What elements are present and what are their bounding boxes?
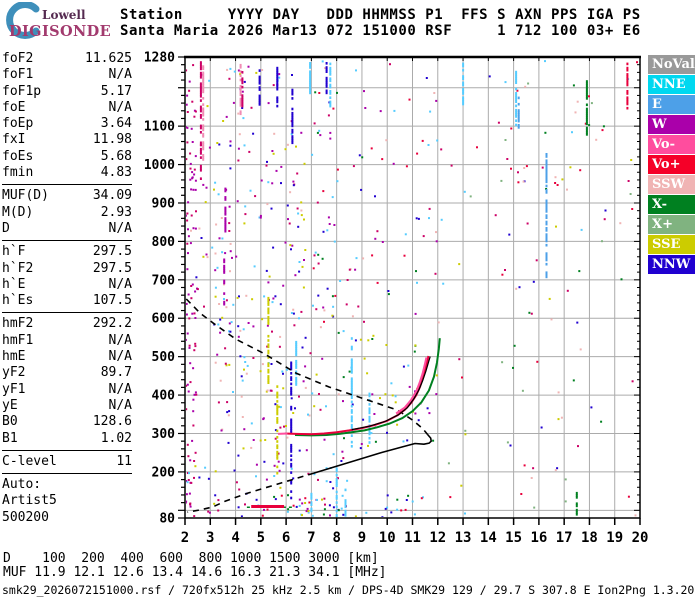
trace-transmission-curve-lower-dashed [187, 472, 315, 513]
svg-text:400: 400 [152, 389, 176, 404]
svg-text:500: 500 [152, 350, 176, 365]
trace-F2-trace-artist-black [351, 356, 431, 431]
svg-text:16: 16 [530, 530, 547, 546]
svg-text:8: 8 [332, 530, 340, 546]
svg-text:20: 20 [632, 530, 649, 546]
svg-text:300: 300 [152, 427, 176, 442]
legend-item-x: X+ [648, 215, 695, 234]
svg-text:200: 200 [152, 465, 176, 480]
svg-text:600: 600 [152, 312, 176, 327]
gridlines [185, 57, 640, 518]
legend-item-w: W [648, 115, 695, 134]
trace-transmission-curve-nose-solid [313, 434, 432, 474]
svg-text:10: 10 [379, 530, 396, 546]
svg-text:19: 19 [606, 530, 623, 546]
legend-item-nne: NNE [648, 75, 695, 94]
ionogram-plot: 2 3 4 5 6 7 8 9 10 11 12 13 14 15 16 17 18 19 20 1280 1100 10… [144, 51, 649, 547]
svg-text:7: 7 [307, 530, 315, 546]
svg-text:800: 800 [152, 235, 176, 250]
svg-text:3: 3 [206, 530, 214, 546]
legend-item-vo: Vo- [648, 135, 695, 154]
svg-text:6: 6 [282, 530, 290, 546]
svg-text:1000: 1000 [144, 158, 175, 173]
svg-text:18: 18 [581, 530, 598, 546]
file-info-row: smk29_2026072151000.rsf / 720fx512h 25 k… [2, 583, 695, 597]
svg-text:1280: 1280 [144, 51, 175, 66]
muf-row: MUF 11.9 12.1 12.6 13.4 14.6 16.3 21.3 3… [3, 565, 387, 580]
svg-text:80: 80 [159, 512, 175, 527]
svg-text:2: 2 [181, 530, 189, 546]
legend-item-noval: NoVal [648, 55, 695, 74]
svg-text:14: 14 [480, 530, 497, 546]
legend-item-nnw: NNW [648, 255, 695, 274]
svg-text:17: 17 [556, 530, 573, 546]
svg-text:12: 12 [429, 530, 446, 546]
trace-F2-trace-pink-edge [395, 357, 428, 415]
legend-item-sse: SSE [648, 235, 695, 254]
svg-text:900: 900 [152, 196, 176, 211]
direction-color-legend: NoVal NNE E W Vo- Vo+ SSW X- X+ SSE NNW [648, 55, 695, 275]
svg-text:700: 700 [152, 273, 176, 288]
svg-text:4: 4 [231, 530, 239, 546]
distance-row: D 100 200 400 600 800 1000 1500 3000 [km… [3, 551, 379, 566]
svg-text:1100: 1100 [144, 120, 175, 135]
digisonde-ionogram-app: Lowell DIGISONDE Station YYYY DAY DDD HH… [0, 0, 700, 600]
legend-item-vo: Vo+ [648, 155, 695, 174]
legend-item-x: X- [648, 195, 695, 214]
legend-item-ssw: SSW [648, 175, 695, 194]
svg-text:5: 5 [257, 530, 265, 546]
svg-text:11: 11 [404, 530, 421, 546]
scaled-traces [185, 298, 441, 513]
echo-noise-dots [186, 60, 638, 517]
svg-text:15: 15 [505, 530, 522, 546]
legend-item-e: E [648, 95, 695, 114]
svg-text:9: 9 [358, 530, 366, 546]
svg-text:13: 13 [455, 530, 472, 546]
